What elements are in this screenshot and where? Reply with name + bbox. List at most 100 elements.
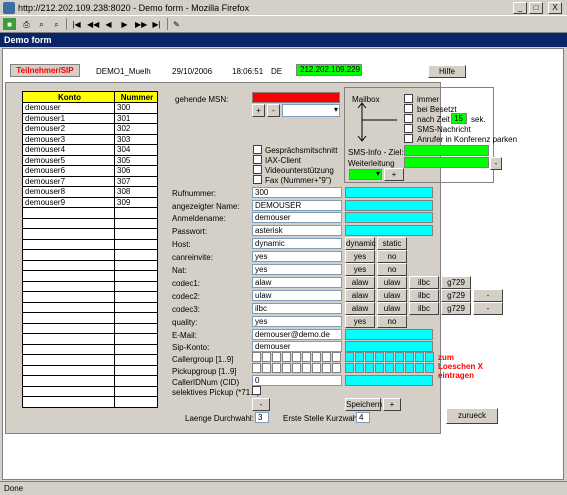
table-row[interactable]: demouser3 303: [22, 133, 158, 145]
codec3-input[interactable]: ilbc: [252, 303, 342, 314]
group-box[interactable]: [345, 363, 354, 373]
group-box[interactable]: [375, 363, 384, 373]
group-box[interactable]: [282, 363, 291, 373]
group-box[interactable]: [262, 363, 271, 373]
zurueck-button[interactable]: zurueck: [446, 408, 498, 424]
email-input[interactable]: demouser@demo.de: [252, 329, 342, 340]
search-all-icon[interactable]: ⌕: [50, 18, 63, 30]
rufnummer-cyan-field[interactable]: [345, 187, 433, 198]
group-box[interactable]: [385, 352, 394, 362]
codec1-alaw-button[interactable]: alaw: [345, 276, 375, 289]
tab-teilnehmer-sip[interactable]: Teilnehmer/SIP: [10, 64, 80, 77]
besetzt-checkbox[interactable]: [404, 104, 413, 113]
table-row[interactable]: demouser9 309: [22, 196, 158, 208]
edit-icon[interactable]: ✎: [170, 18, 183, 30]
first-record-icon[interactable]: |◀: [70, 18, 83, 30]
maximize-button[interactable]: □: [529, 2, 543, 14]
nachzeit-checkbox[interactable]: [404, 114, 413, 123]
group-box[interactable]: [405, 352, 414, 362]
group-box[interactable]: [292, 363, 301, 373]
anmeldename-input[interactable]: demouser: [252, 212, 342, 223]
mitschnitt-checkbox[interactable]: [253, 145, 262, 154]
nat-input[interactable]: yes: [252, 264, 342, 275]
group-box[interactable]: [355, 352, 364, 362]
print-icon[interactable]: ⎙: [20, 18, 33, 30]
group-box[interactable]: [332, 363, 341, 373]
next-record-icon[interactable]: ▶: [118, 18, 131, 30]
msn-select[interactable]: ▾: [282, 104, 340, 117]
canreinvite-no-button[interactable]: no: [377, 250, 407, 263]
codec2-alaw-button[interactable]: alaw: [345, 289, 375, 302]
konferenz-checkbox[interactable]: [404, 134, 413, 143]
msn-field[interactable]: [252, 92, 340, 103]
group-box[interactable]: [365, 363, 374, 373]
codec2-input[interactable]: ulaw: [252, 290, 342, 301]
passwort-cyan-field[interactable]: [345, 225, 433, 236]
nat-yes-button[interactable]: yes: [345, 263, 375, 276]
next-page-icon[interactable]: ▶▶: [134, 18, 147, 30]
last-record-icon[interactable]: ▶|: [150, 18, 163, 30]
sipkonto-cyan-field[interactable]: [345, 341, 433, 352]
group-box[interactable]: [395, 352, 404, 362]
table-row[interactable]: demouser2 302: [22, 123, 158, 135]
erste-input[interactable]: 4: [356, 412, 370, 423]
nat-no-button[interactable]: no: [377, 263, 407, 276]
save-icon[interactable]: ■: [3, 18, 16, 30]
group-box[interactable]: [302, 363, 311, 373]
sipkonto-input[interactable]: demouser: [252, 341, 342, 352]
quality-input[interactable]: yes: [252, 316, 342, 327]
group-box[interactable]: [375, 352, 384, 362]
table-row[interactable]: demouser 300: [22, 102, 158, 114]
group-box[interactable]: [252, 352, 261, 362]
group-box[interactable]: [302, 352, 311, 362]
zeit-input[interactable]: 15: [451, 113, 467, 124]
rufnummer-input[interactable]: 300: [252, 187, 342, 198]
group-box[interactable]: [322, 352, 331, 362]
msn-minus-button[interactable]: -: [267, 104, 280, 117]
table-row[interactable]: demouser7 307: [22, 175, 158, 187]
passwort-input[interactable]: asterisk: [252, 225, 342, 236]
group-box[interactable]: [395, 363, 404, 373]
prev-page-icon[interactable]: ◀◀: [86, 18, 99, 30]
canreinvite-yes-button[interactable]: yes: [345, 250, 375, 263]
group-box[interactable]: [365, 352, 374, 362]
codec3-ilbc-button[interactable]: ilbc: [409, 302, 439, 315]
laenge-input[interactable]: 3: [255, 412, 269, 423]
codec3-minus-button[interactable]: -: [473, 302, 503, 315]
group-box[interactable]: [355, 363, 364, 373]
group-box[interactable]: [415, 352, 424, 362]
help-button[interactable]: Hilfe: [428, 65, 466, 78]
quality-no-button[interactable]: no: [377, 315, 407, 328]
weiterleitung-select[interactable]: ▾: [349, 169, 382, 180]
host-static-button[interactable]: static: [377, 237, 407, 250]
group-box[interactable]: [345, 352, 354, 362]
group-box[interactable]: [322, 363, 331, 373]
codec1-ulaw-button[interactable]: ulaw: [377, 276, 407, 289]
anzeigename-input[interactable]: DEMOUSER: [252, 200, 342, 211]
group-box[interactable]: [415, 363, 424, 373]
group-box[interactable]: [312, 363, 321, 373]
codec2-ulaw-button[interactable]: ulaw: [377, 289, 407, 302]
group-box[interactable]: [385, 363, 394, 373]
group-box[interactable]: [332, 352, 341, 362]
codec1-g729-button[interactable]: g729: [441, 276, 471, 289]
group-box[interactable]: [272, 363, 281, 373]
email-cyan-field[interactable]: [345, 329, 433, 340]
table-row[interactable]: demouser4 304: [22, 144, 158, 156]
group-box[interactable]: [425, 352, 434, 362]
prev-record-icon[interactable]: ◀: [102, 18, 115, 30]
group-box[interactable]: [272, 352, 281, 362]
speichern-button[interactable]: Speichern: [345, 398, 382, 411]
plus-button[interactable]: +: [383, 398, 401, 411]
codec3-ulaw-button[interactable]: ulaw: [377, 302, 407, 315]
minus-button[interactable]: -: [252, 398, 270, 411]
host-dynamic-button[interactable]: dynamic: [345, 237, 376, 250]
codec2-ilbc-button[interactable]: ilbc: [409, 289, 439, 302]
anzeigename-cyan-field[interactable]: [345, 200, 433, 211]
codec1-input[interactable]: alaw: [252, 277, 342, 288]
weiterleitung-minus-button[interactable]: -: [490, 157, 502, 170]
search-icon[interactable]: ⌕: [35, 18, 48, 30]
canreinvite-input[interactable]: yes: [252, 251, 342, 262]
close-button[interactable]: X: [548, 2, 562, 14]
quality-yes-button[interactable]: yes: [345, 315, 375, 328]
